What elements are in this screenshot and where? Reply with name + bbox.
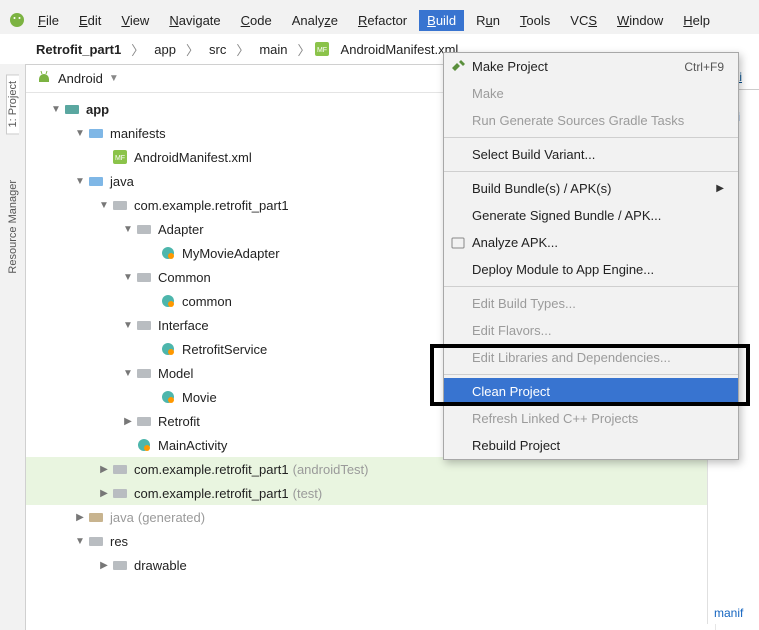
- menu-separator: [444, 137, 738, 138]
- folder-icon: [88, 125, 104, 141]
- package-icon: [136, 365, 152, 381]
- package-icon: [112, 197, 128, 213]
- menu-separator: [444, 286, 738, 287]
- menu-analyze[interactable]: Analyze: [284, 10, 346, 31]
- svg-text:MF: MF: [115, 155, 125, 162]
- crumb-src[interactable]: src: [203, 39, 232, 60]
- generated-folder-icon: [88, 509, 104, 525]
- tree-node-java-generated[interactable]: ▶java(generated): [26, 505, 715, 529]
- module-icon: [64, 101, 80, 117]
- tool-tab-resource-manager[interactable]: Resource Manager: [7, 174, 19, 280]
- package-icon: [136, 221, 152, 237]
- menu-item-refresh-cpp: Refresh Linked C++ Projects: [444, 405, 738, 432]
- menu-item-select-variant[interactable]: Select Build Variant...: [444, 141, 738, 168]
- menu-run[interactable]: Run: [468, 10, 508, 31]
- left-dock: 1: Project Resource Manager: [0, 64, 26, 630]
- menu-vcs[interactable]: VCS: [562, 10, 605, 31]
- package-icon: [112, 461, 128, 477]
- menu-code[interactable]: Code: [233, 10, 280, 31]
- menu-item-build-bundle[interactable]: Build Bundle(s) / APK(s)▶: [444, 175, 738, 202]
- menu-item-edit-libs: Edit Libraries and Dependencies...: [444, 344, 738, 371]
- kotlin-class-icon: [160, 245, 176, 261]
- kotlin-class-icon: [160, 389, 176, 405]
- code-line: manif: [714, 606, 743, 620]
- menu-item-make-project[interactable]: Make ProjectCtrl+F9: [444, 53, 738, 80]
- crumb-app[interactable]: app: [148, 39, 182, 60]
- menubar: File Edit View Navigate Code Analyze Ref…: [0, 6, 759, 34]
- menu-item-deploy[interactable]: Deploy Module to App Engine...: [444, 256, 738, 283]
- package-icon: [112, 485, 128, 501]
- android-studio-logo-icon: [8, 11, 26, 29]
- menu-item-edit-flavors: Edit Flavors...: [444, 317, 738, 344]
- package-icon: [136, 413, 152, 429]
- menu-navigate[interactable]: Navigate: [161, 10, 228, 31]
- kotlin-class-icon: [160, 293, 176, 309]
- kotlin-class-icon: [160, 341, 176, 357]
- chevron-right-icon: 〉: [184, 40, 201, 59]
- package-icon: [136, 269, 152, 285]
- menu-edit[interactable]: Edit: [71, 10, 109, 31]
- chevron-right-icon: 〉: [129, 40, 146, 59]
- tree-node-res[interactable]: ▼res: [26, 529, 715, 553]
- menu-tools[interactable]: Tools: [512, 10, 558, 31]
- menu-file[interactable]: File: [30, 10, 67, 31]
- menu-item-analyze-apk[interactable]: Analyze APK...: [444, 229, 738, 256]
- menu-item-run-generate: Run Generate Sources Gradle Tasks: [444, 107, 738, 134]
- tree-node-drawable[interactable]: ▶drawable: [26, 553, 715, 577]
- hammer-icon: [450, 59, 466, 75]
- tool-tab-project[interactable]: 1: Project: [6, 74, 19, 134]
- folder-icon: [88, 173, 104, 189]
- folder-icon: [112, 557, 128, 573]
- svg-text:MF: MF: [316, 47, 326, 54]
- folder-icon: [88, 533, 104, 549]
- menu-window[interactable]: Window: [609, 10, 671, 31]
- menu-separator: [444, 374, 738, 375]
- crumb-main[interactable]: main: [253, 39, 293, 60]
- apk-icon: [450, 235, 466, 251]
- menu-item-clean-project[interactable]: Clean Project: [444, 378, 738, 405]
- manifest-file-icon: MF: [315, 42, 329, 56]
- chevron-right-icon: 〉: [234, 40, 251, 59]
- manifest-file-icon: MF: [112, 149, 128, 165]
- menu-separator: [444, 171, 738, 172]
- crumb-root[interactable]: Retrofit_part1: [30, 39, 127, 60]
- project-view-label: Android: [58, 71, 103, 86]
- tree-node-pkg-androidtest[interactable]: ▶com.example.retrofit_part1(androidTest): [26, 457, 715, 481]
- package-icon: [136, 317, 152, 333]
- menu-item-generate-signed[interactable]: Generate Signed Bundle / APK...: [444, 202, 738, 229]
- build-menu: Make ProjectCtrl+F9 Make Run Generate So…: [443, 52, 739, 460]
- menu-help[interactable]: Help: [675, 10, 718, 31]
- menu-item-edit-build-types: Edit Build Types...: [444, 290, 738, 317]
- kotlin-class-icon: [136, 437, 152, 453]
- menu-view[interactable]: View: [113, 10, 157, 31]
- menu-refactor[interactable]: Refactor: [350, 10, 415, 31]
- menu-item-make: Make: [444, 80, 738, 107]
- menu-build[interactable]: Build: [419, 10, 464, 31]
- menu-item-rebuild[interactable]: Rebuild Project: [444, 432, 738, 459]
- android-icon: [36, 69, 52, 88]
- chevron-down-icon: ▼: [109, 73, 119, 84]
- submenu-arrow-icon: ▶: [716, 183, 724, 194]
- tree-node-pkg-test[interactable]: ▶com.example.retrofit_part1(test): [26, 481, 715, 505]
- chevron-right-icon: 〉: [296, 40, 313, 59]
